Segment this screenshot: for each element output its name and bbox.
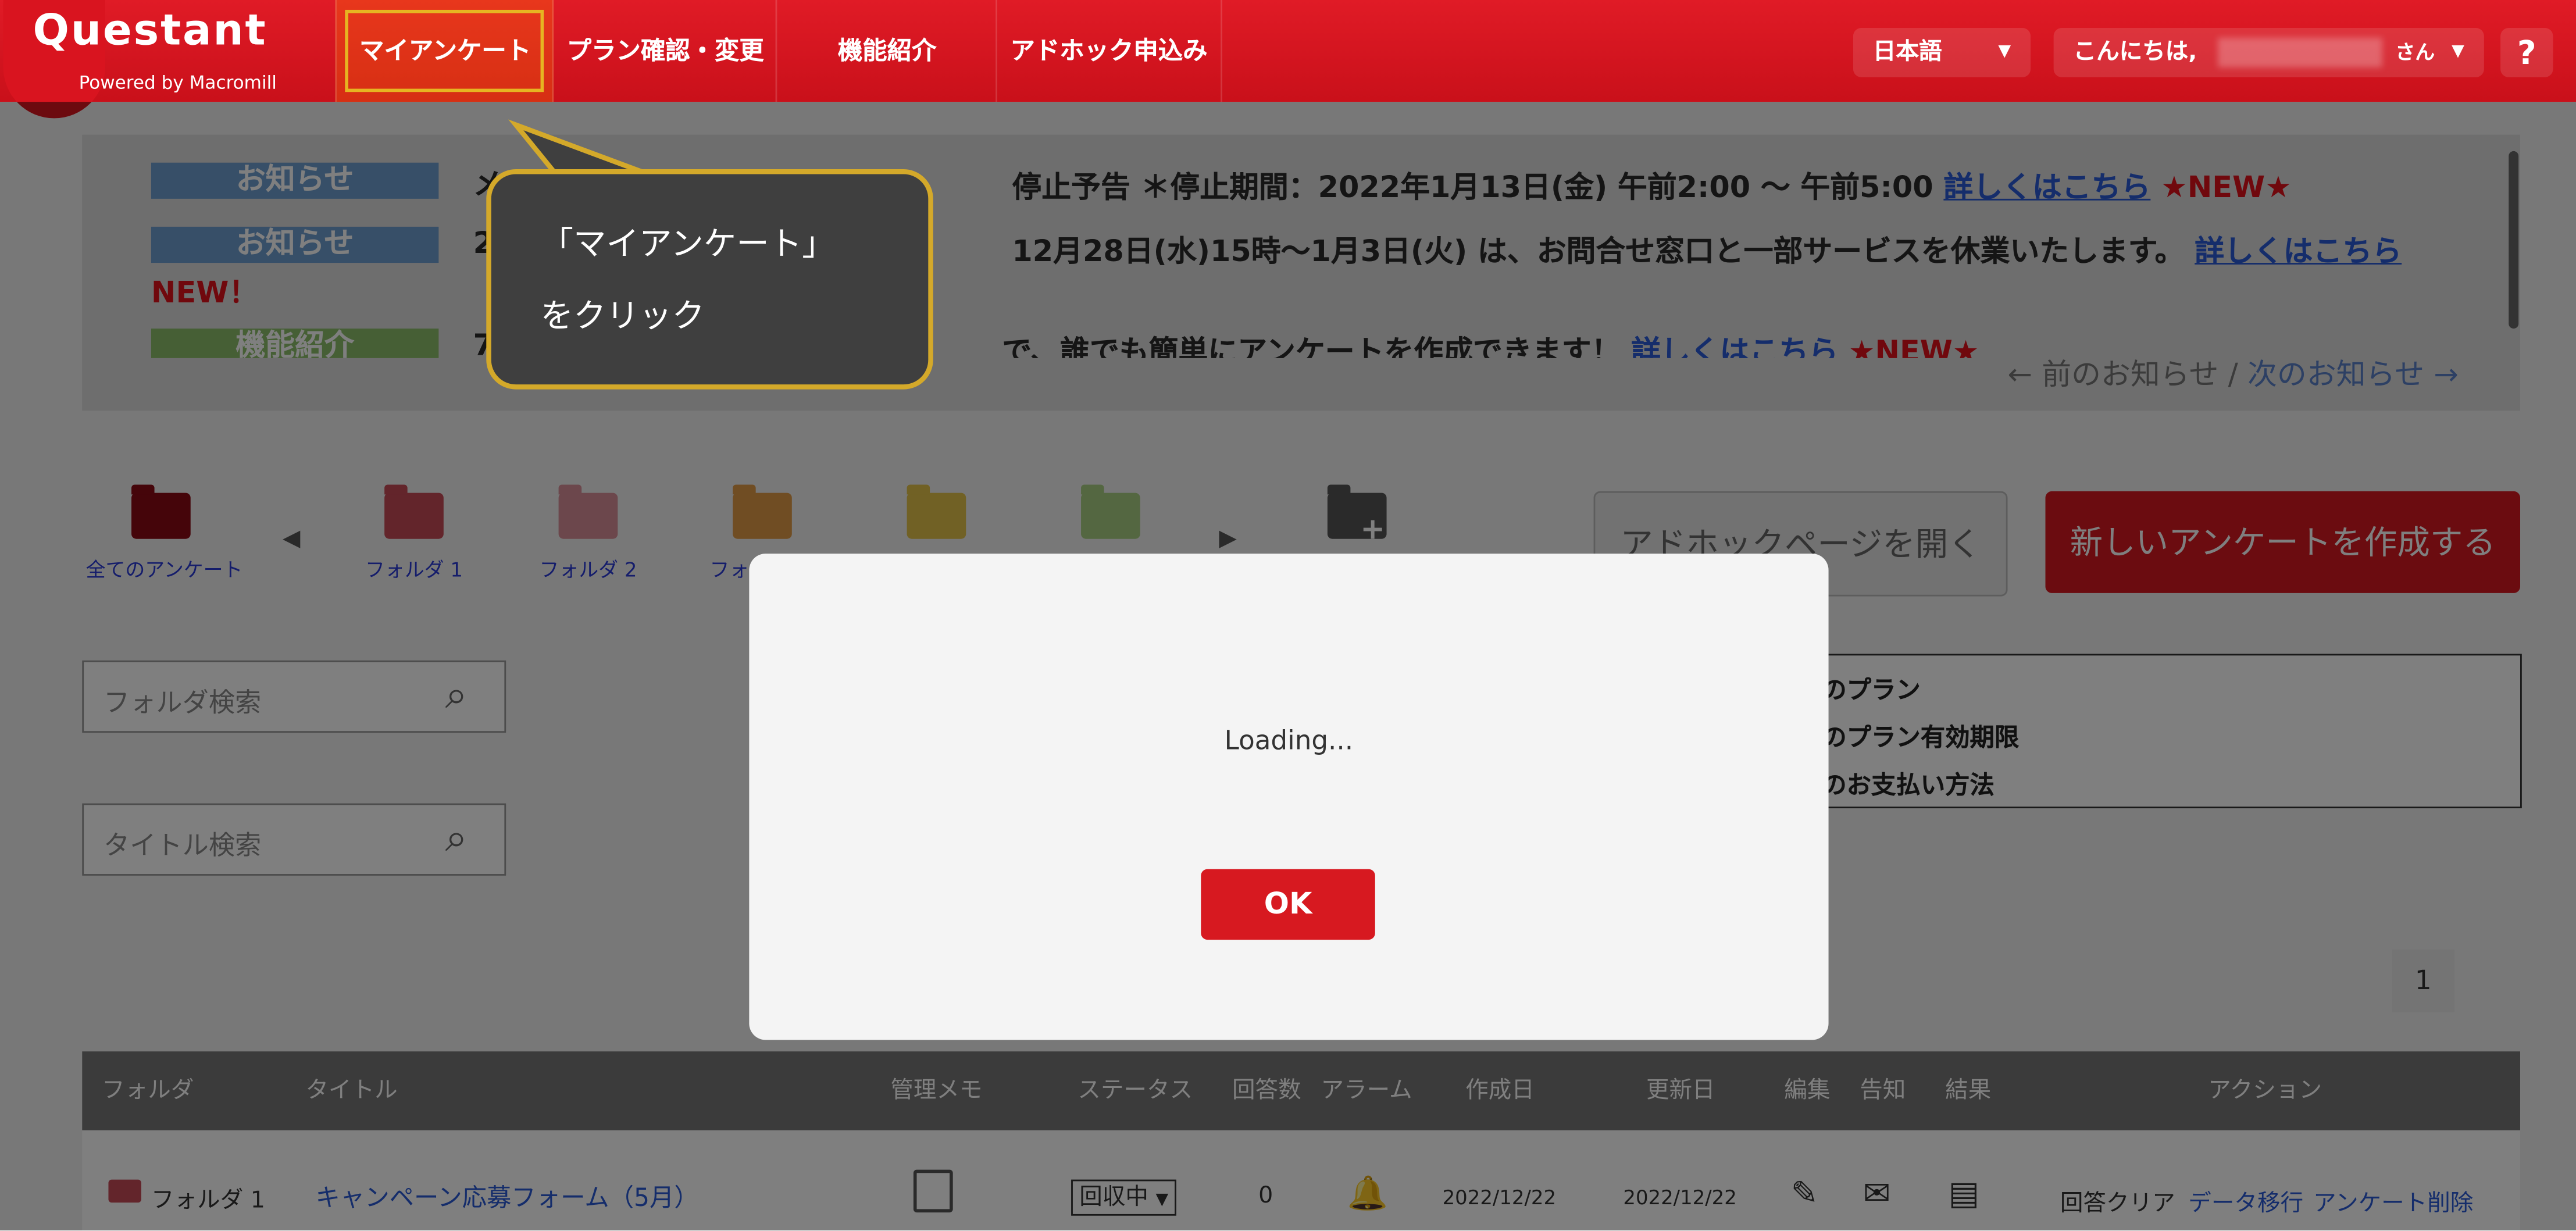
- dialog-message: Loading...: [1224, 724, 1354, 756]
- username-blurred: [2218, 37, 2382, 67]
- nav-plan[interactable]: プラン確認・変更: [552, 0, 777, 102]
- loading-dialog: Loading... OK: [749, 554, 1829, 1040]
- nav-features[interactable]: 機能紹介: [775, 0, 997, 102]
- ok-button[interactable]: OK: [1201, 869, 1375, 940]
- user-menu[interactable]: こんにちは, さん ▼: [2053, 28, 2484, 77]
- app-screen: Questant Powered by Macromill マイアンケート プラ…: [0, 0, 2576, 1231]
- language-select[interactable]: 日本語 ▼: [1853, 28, 2031, 77]
- nav-my-surveys[interactable]: マイアンケート: [335, 0, 554, 102]
- logo[interactable]: Questant: [33, 6, 267, 56]
- top-header: Questant Powered by Macromill マイアンケート プラ…: [0, 0, 2576, 119]
- greeting: こんにちは,: [2073, 39, 2197, 66]
- chevron-down-icon: ▼: [1998, 42, 2011, 61]
- nav-adhoc[interactable]: アドホック申込み: [996, 0, 1223, 102]
- help-button[interactable]: ?: [2500, 28, 2553, 77]
- logo-subtitle: Powered by Macromill: [79, 72, 277, 94]
- language-label: 日本語: [1872, 39, 1942, 66]
- instruction-tooltip: 「マイアンケート」 をクリック: [486, 169, 933, 390]
- honorific: さん: [2395, 41, 2435, 65]
- chevron-down-icon: ▼: [2452, 42, 2464, 61]
